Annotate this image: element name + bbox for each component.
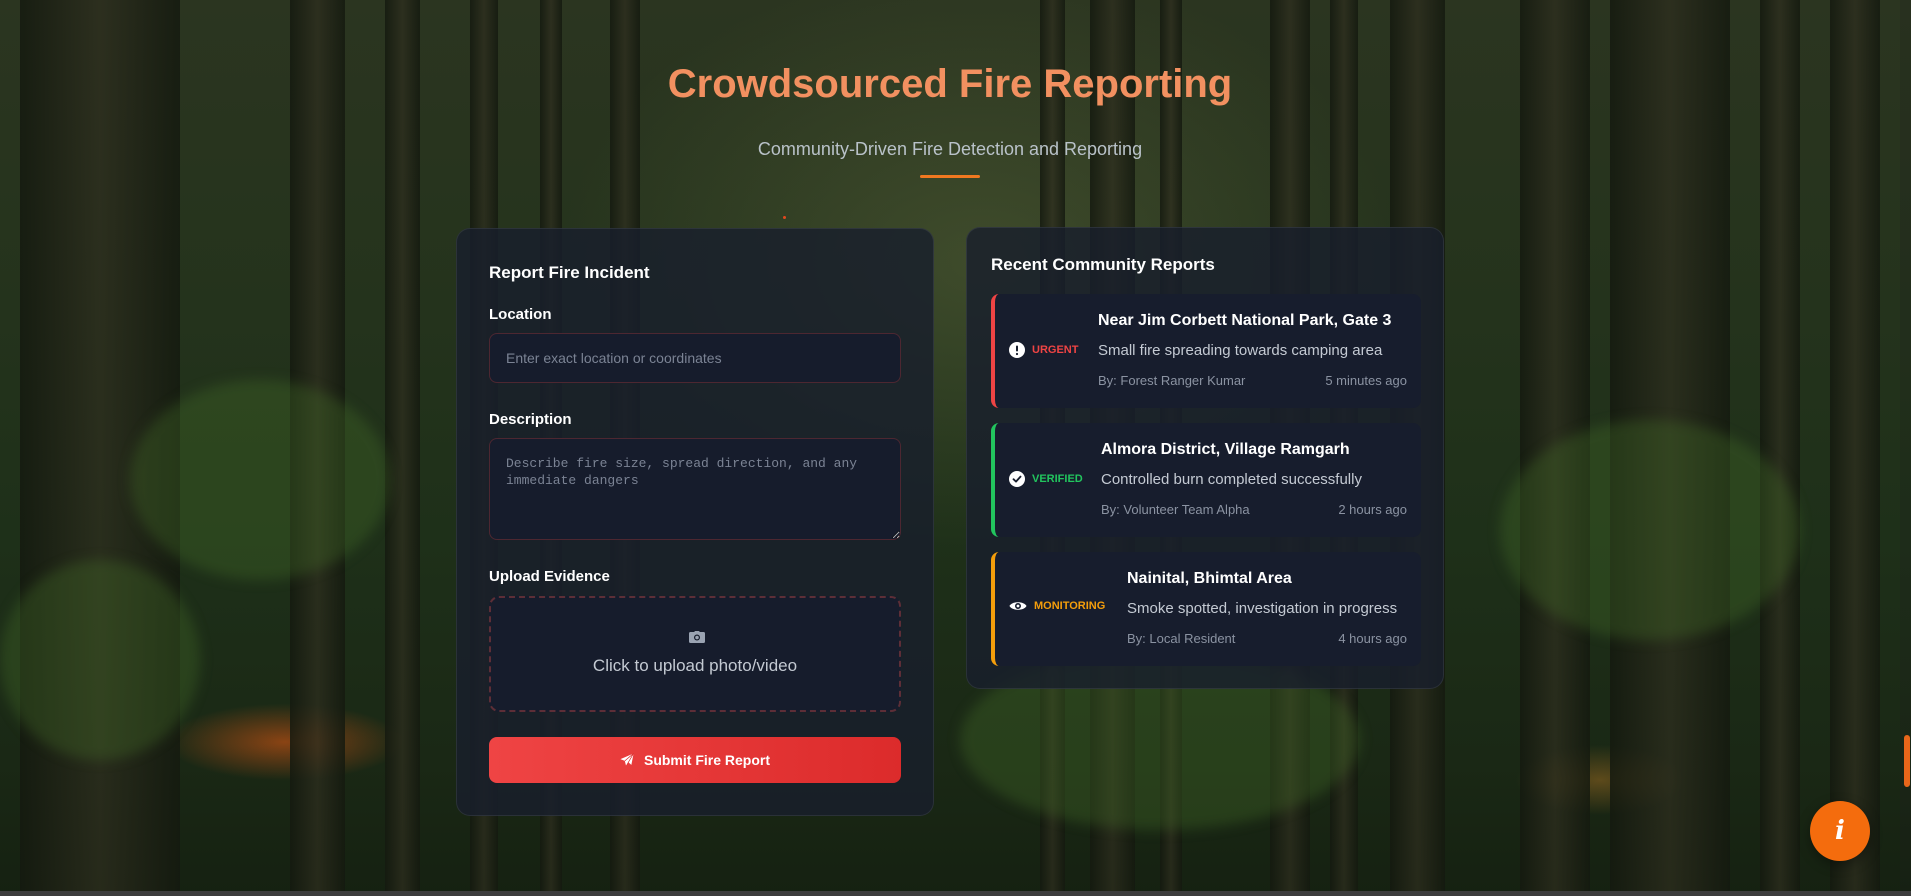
report-form-panel: Report Fire Incident Location Descriptio…: [456, 228, 934, 816]
submit-fire-report-button[interactable]: Submit Fire Report: [489, 737, 901, 783]
status-text: MONITORING: [1034, 600, 1106, 612]
report-card[interactable]: URGENT Near Jim Corbett National Park, G…: [991, 294, 1421, 408]
page-title: Crowdsourced Fire Reporting: [667, 62, 1233, 106]
submit-label: Submit Fire Report: [643, 752, 770, 768]
report-description: Small fire spreading towards camping are…: [1098, 342, 1383, 359]
report-description: Controlled burn completed successfully: [1101, 471, 1362, 488]
location-label: Location: [489, 306, 552, 323]
report-card[interactable]: MONITORING Nainital, Bhimtal Area Smoke …: [991, 552, 1421, 666]
info-button[interactable]: i: [1810, 801, 1870, 861]
status-badge: MONITORING: [1009, 600, 1105, 612]
status-badge: VERIFIED: [1009, 471, 1083, 487]
bottom-edge: [0, 891, 1911, 896]
eye-icon: [1009, 602, 1027, 610]
page-subtitle: Community-Driven Fire Detection and Repo…: [757, 139, 1143, 159]
check-circle-icon: [1009, 471, 1025, 487]
upload-dropzone[interactable]: Click to upload photo/video: [489, 596, 901, 712]
ember: [783, 216, 786, 219]
reports-title: Recent Community Reports: [991, 255, 1215, 274]
description-label: Description: [489, 411, 572, 428]
report-time: 5 minutes ago: [1325, 373, 1407, 388]
recent-reports-panel: Recent Community Reports URGENT Near Jim…: [966, 227, 1444, 689]
title-underline: [920, 175, 980, 178]
info-icon: i: [1835, 816, 1845, 846]
status-badge: URGENT: [1009, 342, 1078, 358]
location-input[interactable]: [489, 333, 901, 383]
exclamation-circle-icon: [1009, 342, 1025, 358]
status-text: VERIFIED: [1032, 473, 1083, 485]
forest-background: [0, 0, 1911, 896]
upload-text: Click to upload photo/video: [592, 656, 798, 675]
report-time: 4 hours ago: [1338, 631, 1407, 646]
report-author: By: Forest Ranger Kumar: [1098, 373, 1246, 388]
report-card[interactable]: VERIFIED Almora District, Village Ramgar…: [991, 423, 1421, 537]
report-location: Near Jim Corbett National Park, Gate 3: [1098, 312, 1392, 329]
camera-icon: [689, 631, 705, 643]
upload-label: Upload Evidence: [489, 568, 610, 585]
page-scrollbar[interactable]: [1900, 0, 1911, 896]
paper-plane-icon: [620, 753, 634, 767]
report-author: By: Volunteer Team Alpha: [1101, 502, 1250, 517]
status-text: URGENT: [1032, 344, 1079, 356]
report-description: Smoke spotted, investigation in progress: [1127, 600, 1398, 617]
description-textarea[interactable]: [489, 438, 901, 540]
form-title: Report Fire Incident: [489, 263, 650, 282]
report-location: Nainital, Bhimtal Area: [1127, 570, 1292, 587]
report-location: Almora District, Village Ramgarh: [1101, 441, 1350, 458]
report-time: 2 hours ago: [1338, 502, 1407, 517]
report-author: By: Local Resident: [1127, 631, 1236, 646]
scrollbar-thumb[interactable]: [1904, 735, 1910, 787]
